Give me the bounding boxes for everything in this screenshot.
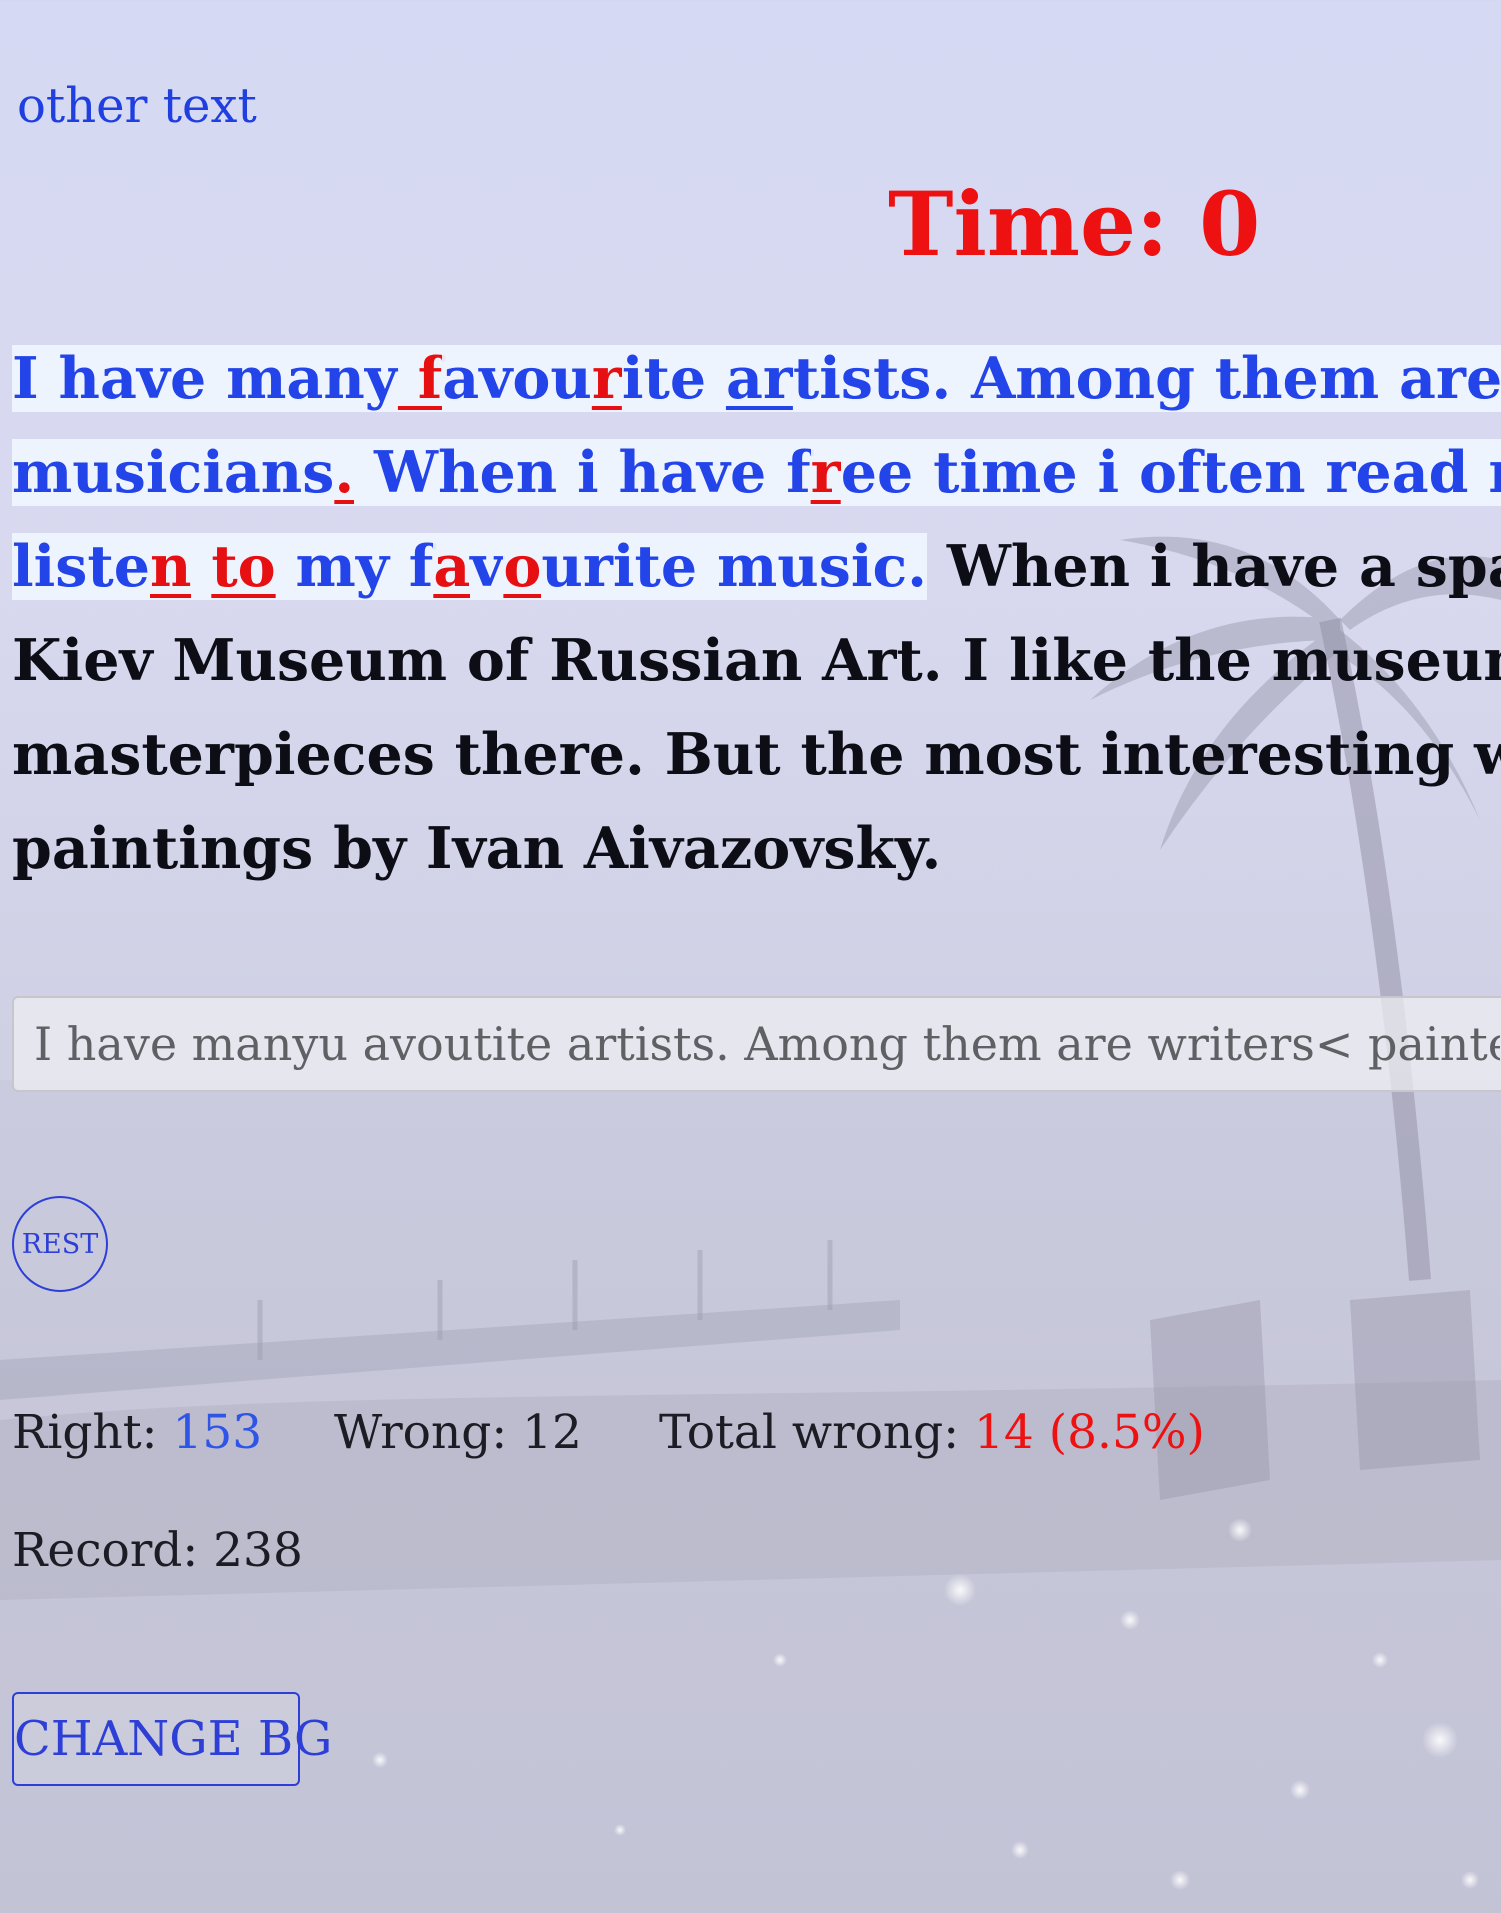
- passage-segment: v: [470, 533, 504, 600]
- typo-highlight: to: [211, 533, 276, 600]
- record-value: 238: [213, 1523, 303, 1578]
- passage-segment: When i have a spare day i often go to th…: [946, 533, 1501, 600]
- typo-highlight: a: [433, 533, 471, 600]
- other-text-link[interactable]: other text: [17, 78, 257, 134]
- typo-highlight: .: [334, 439, 355, 506]
- record-label: Record:: [12, 1523, 214, 1578]
- passage-segment: ite: [621, 345, 726, 412]
- typing-passage: I have many favourite artists. Among the…: [12, 332, 1501, 892]
- total-wrong-stat: Total wrong: 14 (8.5%): [659, 1405, 1205, 1460]
- right-count: 153: [172, 1405, 263, 1460]
- right-stat: Right: 153: [12, 1405, 262, 1460]
- record-stat: Record: 238: [12, 1523, 303, 1578]
- wrong-stat: Wrong: 12: [334, 1405, 582, 1460]
- passage-segment: avou: [442, 345, 592, 412]
- timer-display: Time: 0: [888, 172, 1261, 276]
- wrong-count: 12: [522, 1405, 582, 1460]
- typo-highlight: o: [503, 533, 542, 600]
- passage-segment: I have many: [12, 345, 398, 412]
- passage-segment: [191, 533, 212, 600]
- typo-highlight: n: [150, 533, 192, 600]
- passage-segment: liste: [12, 533, 150, 600]
- typo-highlight: r: [591, 345, 622, 412]
- rest-button[interactable]: REST: [12, 1196, 108, 1292]
- passage-segment: my f: [275, 533, 434, 600]
- passage-segment: ee time i often read my f: [840, 439, 1501, 506]
- total-wrong-count: 14 (8.5%): [974, 1405, 1205, 1460]
- passage-segment: When i have f: [354, 439, 811, 506]
- beach-background-image: [0, 536, 1501, 1913]
- passage-segment: urite music.: [541, 533, 928, 600]
- passage-segment: musicians: [12, 439, 335, 506]
- total-wrong-label: Total wrong:: [659, 1405, 975, 1460]
- passage-segment: Kiev Museum of Russian Art. I like the m…: [12, 627, 1501, 694]
- passage-segment: masterpieces there. But the most interes…: [12, 721, 1501, 788]
- passage-segment: ar: [725, 345, 793, 412]
- wrong-label: Wrong:: [334, 1405, 523, 1460]
- right-label: Right:: [12, 1405, 173, 1460]
- change-background-button[interactable]: CHANGE BG: [12, 1692, 332, 1786]
- typo-highlight: f: [397, 345, 443, 412]
- typo-highlight: r: [810, 439, 841, 506]
- passage-segment: paintings by Ivan Aivazovsky.: [12, 815, 942, 882]
- typing-input[interactable]: [12, 996, 1501, 1092]
- passage-segment: tists. Among them are writers, painters …: [792, 345, 1501, 412]
